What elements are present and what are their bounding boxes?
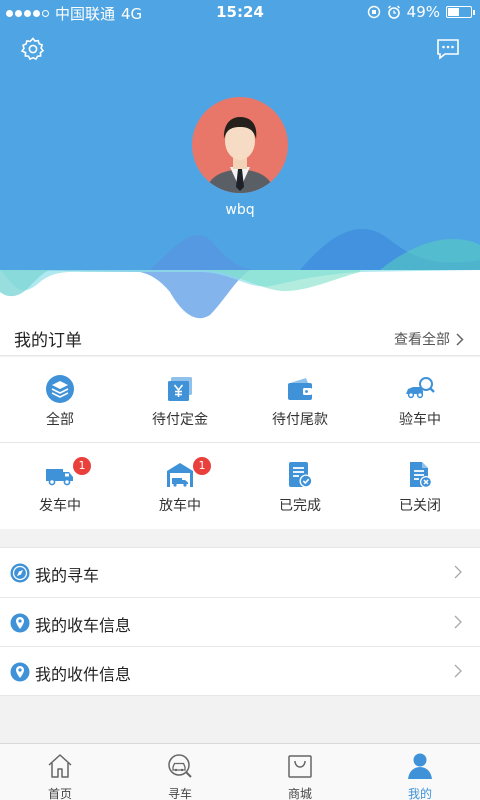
alarm-icon <box>387 5 400 19</box>
tab-label: 首页 <box>47 787 72 800</box>
notification-badge: 1 <box>73 457 91 475</box>
order-status-label: 已完成 <box>279 498 321 514</box>
yuan-card-icon <box>168 377 192 401</box>
compass-icon <box>10 563 30 583</box>
order-status-pending-balance[interactable]: 待付尾款 <box>240 357 360 443</box>
profile-menu-list: 我的寻车 我的收车信息 我的收件信息 <box>0 547 480 696</box>
order-status-dispatching[interactable]: 1 发车中 <box>0 443 120 529</box>
tab-home[interactable]: 首页 <box>0 744 120 800</box>
shopping-bag-icon <box>288 755 312 778</box>
chevron-right-icon <box>456 332 464 346</box>
status-right: 49% <box>367 3 475 21</box>
order-status-label: 已关闭 <box>399 498 441 514</box>
order-status-label: 发车中 <box>39 498 81 514</box>
wave-decoration <box>0 228 480 325</box>
order-status-label: 验车中 <box>399 412 441 428</box>
menu-item-label: 我的收车信息 <box>35 616 132 635</box>
notification-badge: 1 <box>193 457 211 475</box>
order-status-label: 待付定金 <box>152 412 208 428</box>
order-status-completed[interactable]: 已完成 <box>240 443 360 529</box>
chevron-right-icon <box>454 664 462 678</box>
orientation-lock-icon <box>367 5 380 19</box>
layers-icon <box>46 375 74 403</box>
battery-percent: 49% <box>406 3 440 21</box>
tab-label: 寻车 <box>167 787 192 800</box>
menu-item-parcel-receiving-info[interactable]: 我的收件信息 <box>0 646 480 696</box>
battery-icon <box>446 6 475 18</box>
car-inspect-icon <box>406 377 435 399</box>
garage-icon <box>167 463 193 487</box>
tab-label: 我的 <box>407 787 432 800</box>
order-status-label: 待付尾款 <box>272 412 328 428</box>
tab-car-search[interactable]: 寻车 <box>120 744 240 800</box>
order-status-pending-deposit[interactable]: 待付定金 <box>120 357 240 443</box>
order-status-inspecting[interactable]: 验车中 <box>360 357 480 443</box>
menu-item-car-receiving-info[interactable]: 我的收车信息 <box>0 597 480 647</box>
settings-gear-icon[interactable] <box>20 36 46 62</box>
view-all-label: 查看全部 <box>394 332 450 348</box>
truck-icon <box>46 469 73 486</box>
doc-close-icon <box>410 462 432 488</box>
tab-mall[interactable]: 商城 <box>240 744 360 800</box>
user-icon <box>408 753 432 779</box>
order-status-grid: 全部 待付定金 待付尾款 验车中 1 发车中 1 放车中 已完成 已关闭 <box>0 357 480 529</box>
wallet-icon <box>288 378 312 400</box>
menu-item-label: 我的寻车 <box>35 566 100 585</box>
home-icon <box>48 754 72 778</box>
status-bar: 中国联通 4G 15:24 49% <box>0 0 480 26</box>
menu-item-label: 我的收件信息 <box>35 665 132 684</box>
orders-title: 我的订单 <box>14 331 82 351</box>
order-status-label: 全部 <box>46 412 74 428</box>
view-all-orders-link[interactable]: 查看全部 <box>394 329 464 349</box>
location-pin-icon <box>10 662 30 682</box>
orders-header: 我的订单 查看全部 <box>0 320 480 356</box>
user-avatar-image <box>206 117 274 193</box>
order-status-all[interactable]: 全部 <box>0 357 120 443</box>
order-status-releasing[interactable]: 1 放车中 <box>120 443 240 529</box>
chevron-right-icon <box>454 615 462 629</box>
tab-mine[interactable]: 我的 <box>360 744 480 800</box>
car-search-icon <box>168 754 192 778</box>
location-pin-icon <box>10 613 30 633</box>
order-status-label: 放车中 <box>159 498 201 514</box>
avatar[interactable] <box>192 97 288 193</box>
tab-label: 商城 <box>287 787 312 800</box>
bottom-tab-bar: 首页 寻车 商城 我的 <box>0 743 480 800</box>
doc-check-icon <box>289 462 313 488</box>
message-icon[interactable] <box>435 36 461 62</box>
menu-item-my-car-search[interactable]: 我的寻车 <box>0 548 480 598</box>
chevron-right-icon <box>454 565 462 579</box>
order-status-closed[interactable]: 已关闭 <box>360 443 480 529</box>
